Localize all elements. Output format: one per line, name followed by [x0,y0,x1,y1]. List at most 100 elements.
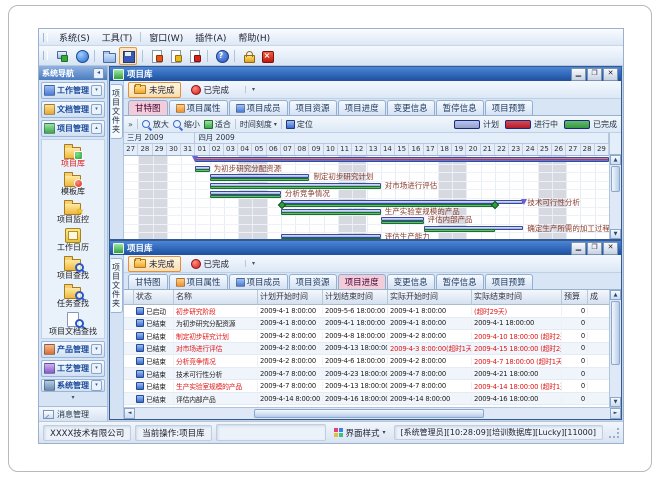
zoom-out-button[interactable]: 缩小 [173,119,200,130]
tab-变更信息[interactable]: 变更信息 [387,274,435,289]
day-cell[interactable]: 27 [566,144,580,155]
day-cell[interactable]: 16 [409,144,423,155]
locate-button[interactable]: 定位 [286,119,313,130]
toolbar-grip[interactable] [43,51,48,60]
day-cell[interactable]: 26 [552,144,566,155]
time-scale-button[interactable]: 时间刻度▾ [240,119,277,130]
day-cell[interactable]: 24 [523,144,537,155]
overflow-chevron-icon[interactable]: ▾ [245,260,255,267]
maximize-button[interactable]: ❐ [587,68,602,81]
column-header-5[interactable]: 实际开始时间 [388,290,472,304]
filter-tab-completed[interactable]: 已完成 [185,82,236,98]
day-cell[interactable]: 06 [267,144,281,155]
sidebar-group-1[interactable]: 工作管理▾ [41,82,105,99]
vertical-scrollbar[interactable]: ▲▼ [609,133,621,239]
filter-tab-incomplete[interactable]: 未完成 [128,256,181,272]
resize-grip[interactable] [609,428,619,438]
globe-button[interactable] [73,48,89,64]
day-cell[interactable]: 20 [466,144,480,155]
menu-item-2[interactable]: 工具(T) [96,30,139,45]
scroll-right-button[interactable]: ► [610,408,621,419]
project-folder-tab[interactable]: 项目文件夹 [111,258,123,313]
day-cell[interactable]: 10 [324,144,338,155]
horizontal-scrollbar[interactable]: ◄► [124,407,621,419]
more-chevron-icon[interactable]: » [128,120,133,129]
sidebar-group-5[interactable]: 工艺管理▾ [41,360,105,377]
gantt-bar-done[interactable] [281,238,381,239]
column-header-6[interactable]: 实际结束时间 [472,290,562,304]
day-cell[interactable]: 13 [367,144,381,155]
tab-变更信息[interactable]: 变更信息 [387,100,435,115]
column-header-7[interactable]: 预算 [562,290,588,304]
chevron-up-icon[interactable]: ▴ [91,123,102,134]
day-cell[interactable]: 23 [509,144,523,155]
day-cell[interactable]: 28 [581,144,595,155]
scrollbar-thumb[interactable] [611,166,620,192]
save-button[interactable] [119,47,137,65]
tab-甘特图[interactable]: 甘特图 [128,274,168,289]
chevron-down-icon[interactable]: ▾ [91,85,102,96]
scrollbar-thumb[interactable] [611,301,620,365]
sidebar-item-项目监控[interactable]: ★项目监控 [42,199,104,224]
gantt-bar-done[interactable] [281,212,381,215]
project-folder-tab[interactable]: 项目文件夹 [111,84,123,139]
column-header-8[interactable]: 成 [588,290,609,304]
gantt-bar-done[interactable] [210,195,281,198]
day-cell[interactable]: 27 [124,144,138,155]
sidebar-item-项目库[interactable]: 项目库 [42,143,104,168]
sidebar-group-4[interactable]: 产品管理▾ [41,341,105,358]
tab-暂停信息[interactable]: 暂停信息 [436,274,484,289]
tab-项目资源[interactable]: 项目资源 [289,274,337,289]
day-cell[interactable]: 25 [538,144,552,155]
interface-style-button[interactable]: 界面样式 ▾ [330,426,390,440]
day-cell[interactable]: 19 [452,144,466,155]
day-cell[interactable]: 09 [309,144,323,155]
filter-tab-incomplete[interactable]: 未完成 [128,82,181,98]
table-row[interactable]: 已结束制定初步研究计划2009-4-2 8:00:002009-4-8 18:0… [124,330,609,343]
day-cell[interactable]: 04 [238,144,252,155]
overflow-chevron-icon[interactable]: ▾ [245,86,255,93]
maximize-button[interactable]: ❐ [587,242,602,255]
tab-项目属性[interactable]: 项目属性 [169,100,228,115]
column-header-1[interactable]: 状态 [134,290,174,304]
gantt-bar-done[interactable] [210,178,310,181]
tab-项目资源[interactable]: 项目资源 [289,100,337,115]
chevron-down-icon[interactable]: ▾ [91,363,102,374]
menu-grip[interactable] [43,33,48,42]
day-cell[interactable]: 22 [495,144,509,155]
scrollbar-thumb[interactable] [254,409,484,418]
scroll-down-button[interactable]: ▼ [610,229,621,239]
tab-项目成员[interactable]: 项目成员 [229,274,288,289]
day-cell[interactable]: 18 [438,144,452,155]
day-cell[interactable]: 28 [138,144,152,155]
tab-项目预算[interactable]: 项目预算 [485,274,533,289]
day-cell[interactable]: 17 [424,144,438,155]
message-management-tab[interactable]: 消息管理 [39,406,107,421]
day-cell[interactable]: 12 [352,144,366,155]
column-header-4[interactable]: 计划结束时间 [323,290,388,304]
tab-项目进度[interactable]: 项目进度 [338,274,386,289]
close-button[interactable]: ✕ [603,68,618,81]
day-cell[interactable]: 11 [338,144,352,155]
doc-add-button[interactable] [148,48,164,64]
day-cell[interactable]: 21 [481,144,495,155]
sidebar-item-项目文档查找[interactable]: 项目文档查找 [42,311,104,336]
day-cell[interactable]: 05 [252,144,266,155]
day-cell[interactable]: 29 [595,144,609,155]
scroll-more-icon[interactable]: ▾ [41,394,105,401]
menu-item-1[interactable]: 系统(S) [53,30,96,45]
day-cell[interactable]: 15 [395,144,409,155]
gantt-bar-plan[interactable] [195,157,609,162]
chevron-down-icon[interactable]: ▾ [91,344,102,355]
sidebar-item-任务查找[interactable]: 任务查找 [42,283,104,308]
scroll-left-button[interactable]: ◄ [124,408,135,419]
vertical-scrollbar[interactable]: ▲▼ [609,290,621,407]
menu-item-3[interactable]: 窗口(W) [143,30,189,45]
doc-delete-button[interactable] [186,48,202,64]
scroll-down-button[interactable]: ▼ [610,397,621,407]
day-cell[interactable]: 01 [195,144,209,155]
day-cell[interactable]: 08 [295,144,309,155]
tab-暂停信息[interactable]: 暂停信息 [436,100,484,115]
folder-button[interactable] [100,48,116,64]
sidebar-group-3[interactable]: 项目管理▴ [41,120,105,137]
